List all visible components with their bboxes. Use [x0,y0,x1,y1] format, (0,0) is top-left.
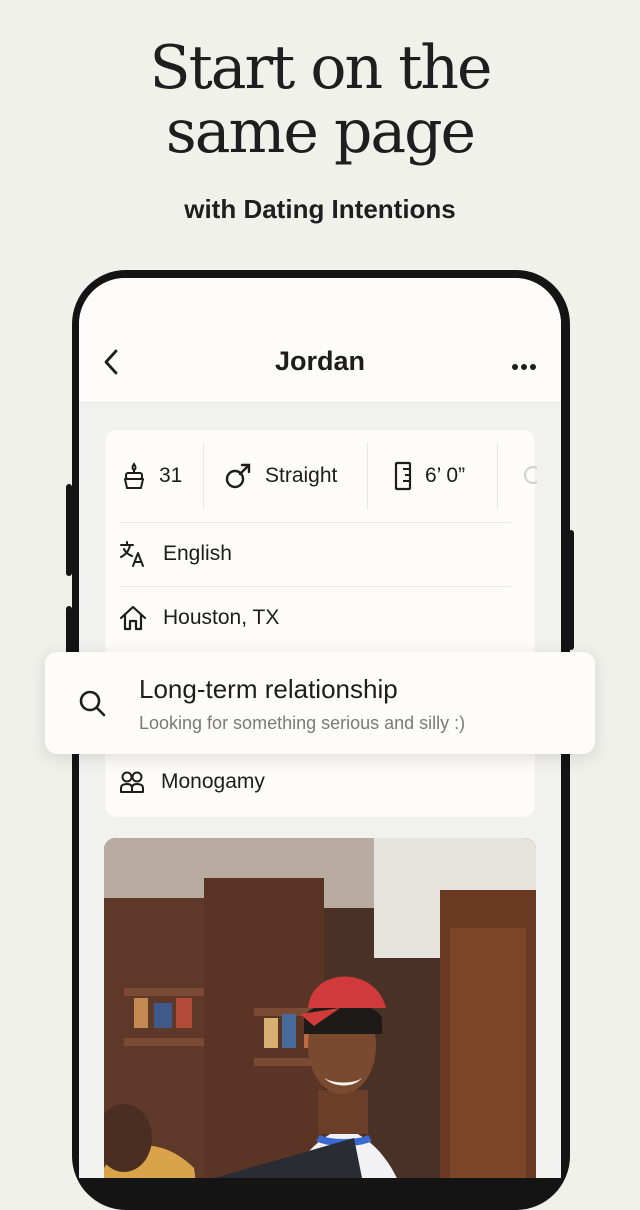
people-icon [119,770,145,794]
intention-title: Long-term relationship [139,674,398,704]
height-value: 6’ 0” [425,464,466,487]
more-options-icon[interactable] [511,358,537,370]
translate-icon [119,540,147,568]
cake-icon [121,462,147,490]
location-row: Houston, TX [119,586,279,650]
phone-side-button [66,484,72,576]
profile-name: Jordan [274,346,366,376]
profile-info-card: 31 Straight 6’ 0” English Houston, TX Mo… [105,430,537,817]
vital-orientation: Straight [223,430,337,522]
vital-height: 6’ 0” [393,430,465,522]
language-row: English [119,522,232,586]
relationship-type-value: Monogamy [161,770,265,793]
vital-more-faded [519,430,537,522]
vitals-row: 31 Straight 6’ 0” [105,430,537,522]
divider [203,442,204,510]
headline-line-2: same page [165,97,476,167]
divider [497,442,498,510]
home-icon [119,605,147,631]
vital-age: 31 [121,430,182,522]
profile-photo[interactable] [104,838,536,1178]
orientation-value: Straight [265,464,338,487]
subhead: with Dating Intentions [184,194,456,224]
divider [367,442,368,510]
headline-line-1: Start on the [149,33,493,103]
phone-side-button [568,530,574,650]
ruler-icon [393,461,413,491]
headline: Start on the same page [0,36,640,164]
location-pin-icon [519,461,537,491]
relationship-type-row: Monogamy [119,750,265,814]
dating-intention-popup[interactable]: Long-term relationship Looking for somet… [45,652,595,754]
location-value: Houston, TX [163,606,280,629]
age-value: 31 [159,464,183,487]
language-value: English [163,542,232,565]
intention-subtitle: Looking for something serious and silly … [139,713,466,733]
profile-header: Jordan [79,278,561,403]
search-icon [77,688,107,723]
orientation-icon [223,461,253,491]
